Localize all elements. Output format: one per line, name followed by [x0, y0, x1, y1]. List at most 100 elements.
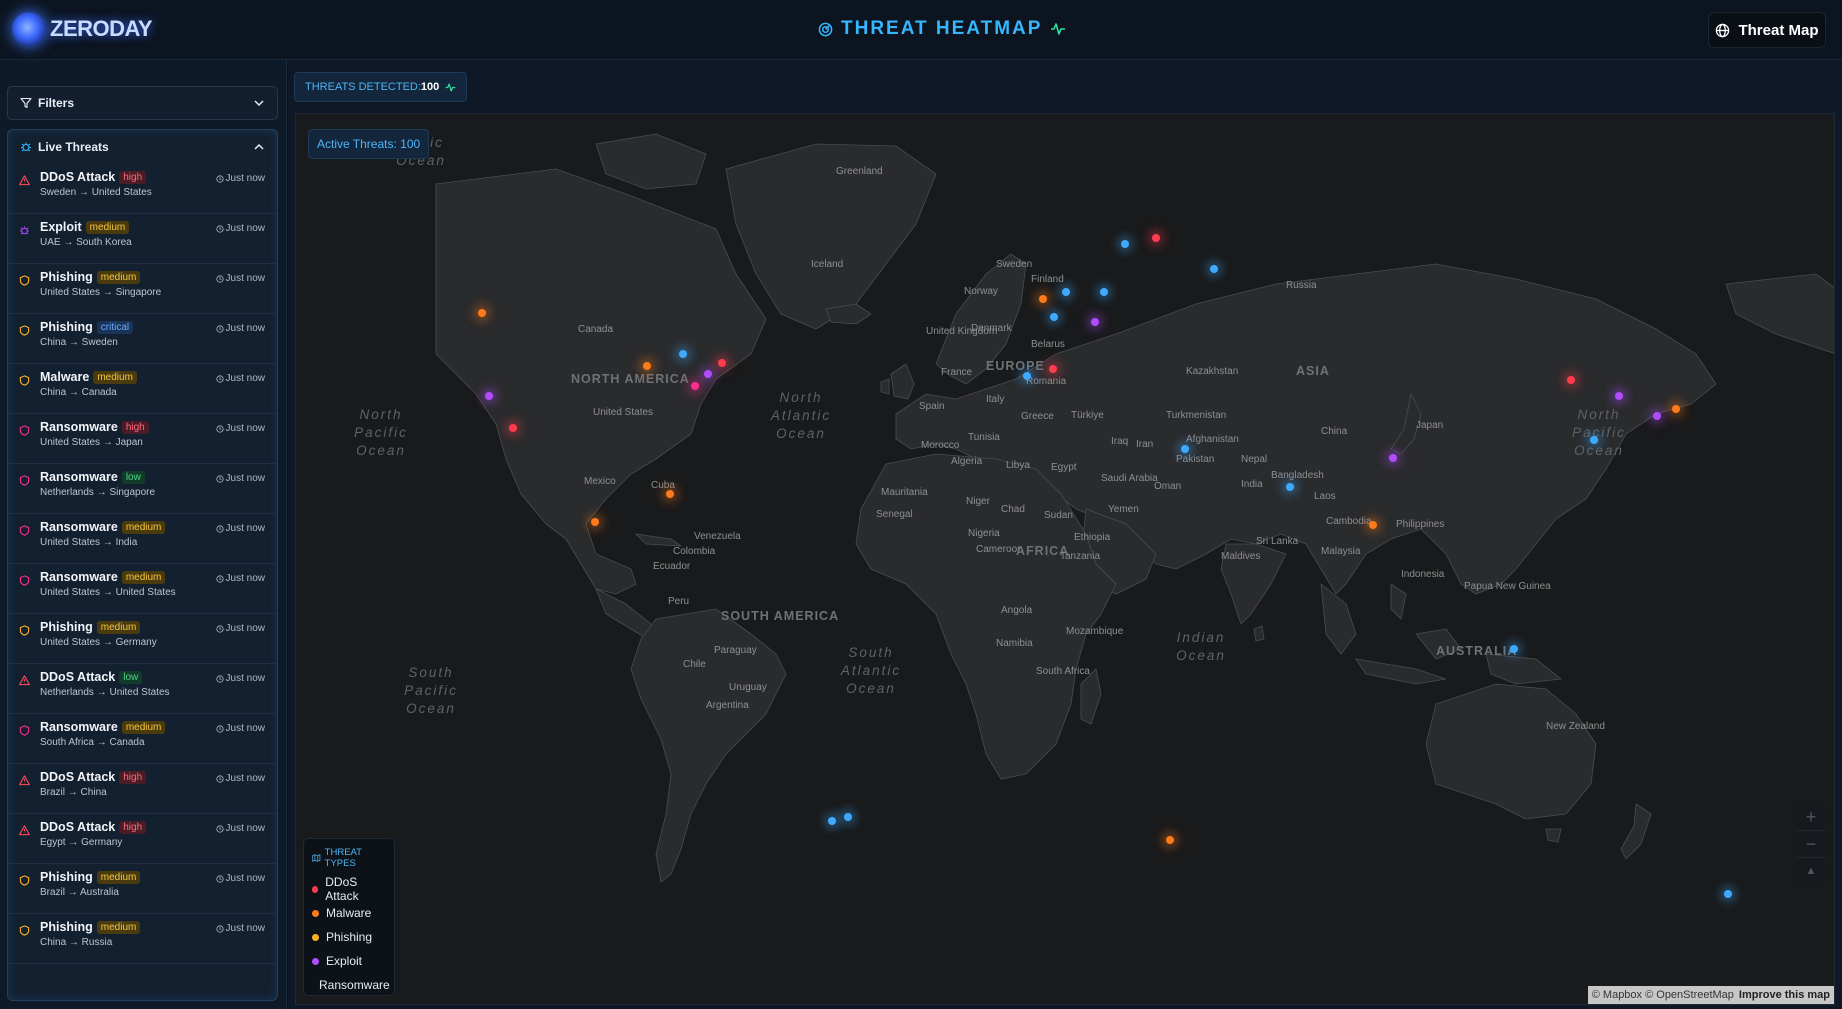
threat-map-button[interactable]: Threat Map — [1708, 12, 1826, 48]
threat-time: Just now — [215, 373, 265, 384]
threat-list: DDoS Attack high Sweden → United States Jus… — [8, 164, 277, 964]
threat-point[interactable] — [1038, 294, 1047, 303]
threat-point[interactable] — [1614, 392, 1623, 401]
clock-icon — [215, 224, 224, 233]
severity-badge: low — [119, 670, 143, 684]
threat-route: China → Russia — [40, 937, 113, 948]
compass-button[interactable]: ▲ — [1796, 858, 1826, 884]
threat-point[interactable] — [1589, 436, 1598, 445]
threat-point[interactable] — [509, 423, 518, 432]
threat-list-item[interactable]: Phishing medium Brazil → Australia Just now — [8, 864, 277, 914]
improve-map-link[interactable]: Improve this map — [1739, 989, 1830, 1001]
warning-triangle-icon — [19, 823, 30, 841]
threat-point[interactable] — [665, 489, 674, 498]
threat-point[interactable] — [1180, 444, 1189, 453]
threat-time: Just now — [215, 323, 265, 334]
threat-time-text: Just now — [225, 873, 265, 884]
threat-point[interactable] — [590, 517, 599, 526]
threat-point[interactable] — [642, 362, 651, 371]
map-label-namibia: Namibia — [996, 638, 1033, 649]
legend-item: Exploit — [312, 949, 386, 973]
threat-point[interactable] — [843, 813, 852, 822]
world-map[interactable]: Greenland Iceland Sweden Finland Norway Russi… — [295, 113, 1835, 1005]
map-label-iraq: Iraq — [1111, 436, 1129, 447]
threat-time: Just now — [215, 673, 265, 684]
severity-badge: medium — [93, 370, 137, 384]
threat-route: South Africa → Canada — [40, 737, 145, 748]
threats-detected-badge: THREATS DETECTED: 100 — [294, 72, 468, 102]
map-label-algeria: Algeria — [951, 456, 983, 467]
threat-route: United States → Japan — [40, 437, 143, 448]
threat-time-text: Just now — [225, 773, 265, 784]
threat-list-item[interactable]: Phishing critical China → Sweden Just now — [8, 314, 277, 364]
filters-dropdown[interactable]: Filters — [7, 86, 278, 120]
threat-list-item[interactable]: Malware medium China → Canada Just now — [8, 364, 277, 414]
threat-point[interactable] — [1022, 372, 1031, 381]
threat-point[interactable] — [1061, 288, 1070, 297]
map-label-yemen: Yemen — [1108, 504, 1139, 515]
live-threats-label: Live Threats — [38, 140, 109, 154]
live-threats-header[interactable]: Live Threats — [8, 130, 277, 164]
threat-list-item[interactable]: Phishing medium China → Russia Just now — [8, 914, 277, 964]
severity-badge: medium — [85, 220, 130, 234]
threat-list-item[interactable]: Ransomware medium South Africa → Canada Jus… — [8, 714, 277, 764]
threat-list-item[interactable]: Ransomware medium United States → India Jus… — [8, 514, 277, 564]
threat-list-item[interactable]: DDoS Attack high Egypt → Germany Just now — [8, 814, 277, 864]
clock-icon — [215, 824, 224, 833]
threat-map-button-label: Threat Map — [1738, 21, 1819, 39]
threat-point[interactable] — [1100, 287, 1109, 296]
threat-list-item[interactable]: DDoS Attack high Sweden → United States Jus… — [8, 164, 277, 214]
threat-point[interactable] — [1724, 889, 1733, 898]
map-label-iceland: Iceland — [811, 259, 844, 270]
zoom-in-button[interactable]: + — [1796, 804, 1826, 831]
severity-badge: medium — [96, 270, 141, 284]
map-label-south-africa: South Africa — [1036, 666, 1090, 677]
threat-point[interactable] — [1285, 482, 1294, 491]
severity-badge: low — [121, 470, 145, 484]
map-label-italy: Italy — [986, 394, 1005, 405]
threat-point[interactable] — [717, 358, 726, 367]
shield-icon — [19, 273, 30, 291]
threat-list-item[interactable]: Ransomware low Netherlands → Singapore Just… — [8, 464, 277, 514]
active-threats-badge: Active Threats: 100 — [308, 129, 430, 159]
threat-list-item[interactable]: Exploit medium UAE → South Korea Just now — [8, 214, 277, 264]
threat-list-item[interactable]: DDoS Attack low Netherlands → United State… — [8, 664, 277, 714]
severity-badge: medium — [96, 620, 141, 634]
shield-icon — [19, 373, 30, 391]
threat-route: UAE → South Korea — [40, 237, 132, 248]
map-label-argentina: Argentina — [706, 700, 749, 711]
main-area: THREATS DETECTED: 100 Greenland Iceland … — [288, 60, 1842, 1009]
threat-route: United States → India — [40, 537, 138, 548]
threat-point[interactable] — [477, 308, 486, 317]
map-label-venezuela: Venezuela — [694, 531, 741, 542]
clock-icon — [215, 574, 224, 583]
australia-shape — [1425, 683, 1597, 820]
logo[interactable]: ZERODAY — [12, 12, 153, 46]
threat-list-item[interactable]: Ransomware medium United States → United S… — [8, 564, 277, 614]
threat-point[interactable] — [1672, 404, 1681, 413]
legend-item: Ransomware — [312, 973, 390, 997]
top-header: ZERODAY THREAT HEATMAP Threat Map — [0, 0, 1842, 60]
globe-icon — [1716, 23, 1730, 37]
threat-route: Brazil → Australia — [40, 887, 119, 898]
map-label-afghanistan: Afghanistan — [1186, 434, 1239, 445]
threat-point[interactable] — [1209, 264, 1218, 273]
threat-point[interactable] — [1509, 644, 1518, 653]
legend-label: Exploit — [326, 954, 363, 968]
activity-icon — [1051, 23, 1066, 35]
threat-list-item[interactable]: DDoS Attack high Brazil → China Just now — [8, 764, 277, 814]
threat-list-item[interactable]: Ransomware high United States → Japan Just … — [8, 414, 277, 464]
map-label-europe: EUROPE — [986, 359, 1045, 373]
map-label-new-zealand: New Zealand — [1546, 721, 1605, 732]
threat-point[interactable] — [1653, 411, 1662, 420]
zoom-out-button[interactable]: − — [1796, 831, 1826, 858]
severity-badge: high — [119, 820, 147, 834]
threat-list-item[interactable]: Phishing medium United States → Germany Jus… — [8, 614, 277, 664]
threat-type: Phishing — [40, 320, 93, 334]
threat-point[interactable] — [1566, 375, 1575, 384]
threat-point[interactable] — [484, 392, 493, 401]
threat-list-item[interactable]: Phishing medium United States → Singapore J… — [8, 264, 277, 314]
legend-title: THREAT TYPES — [312, 847, 386, 869]
map-label-paraguay: Paraguay — [714, 645, 757, 656]
legend-color-dot — [312, 909, 319, 917]
